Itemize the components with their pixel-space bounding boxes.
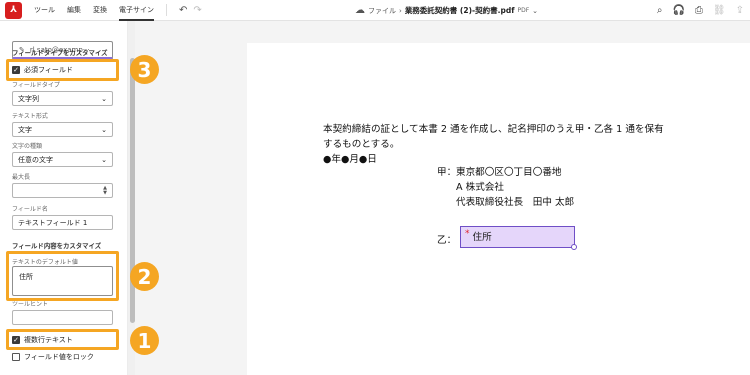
- party-b-label: 乙：: [437, 235, 457, 246]
- section-title-field-content: フィールド内容をカスタマイズ: [12, 242, 102, 250]
- field-name-label: フィールド名: [12, 206, 48, 213]
- field-name-value: テキストフィールド 1: [18, 218, 88, 227]
- acrobat-logo-icon[interactable]: ⅄: [5, 1, 22, 19]
- step-badge-1: 1: [130, 326, 159, 355]
- highlight-multiline: [6, 329, 119, 350]
- char-type-select[interactable]: 任意の文字 ⌄: [12, 152, 113, 167]
- step-badge-2: 2: [130, 262, 159, 291]
- text-format-select[interactable]: 文字 ⌄: [12, 122, 113, 137]
- link-icon[interactable]: ⛓: [713, 5, 726, 16]
- headphones-icon[interactable]: 🎧: [672, 5, 684, 16]
- section-title-field-type: フィールドタイプをカスタマイズ: [12, 49, 108, 57]
- chevron-down-icon: ⌄: [101, 155, 107, 164]
- right-toolbar: ⌕ 🎧 ⎙ ⛓ ⇪: [657, 0, 744, 21]
- step-badge-3: 3: [130, 55, 159, 84]
- address-text-field[interactable]: * 住所: [460, 226, 575, 248]
- party-a-company: A 株式会社: [456, 182, 504, 193]
- text-format-value: 文字: [18, 125, 32, 134]
- char-type-label: 文字の種類: [12, 143, 43, 150]
- print-icon[interactable]: ⎙: [695, 5, 703, 16]
- breadcrumb-files[interactable]: ファイル: [368, 6, 396, 16]
- field-name-input[interactable]: テキストフィールド 1: [12, 215, 113, 230]
- menu-convert[interactable]: 変換: [93, 0, 107, 21]
- party-a-label: 甲：: [437, 167, 457, 178]
- lock-field-checkbox[interactable]: [12, 353, 20, 361]
- stepper-arrows-icon[interactable]: ▲ ▼: [103, 185, 107, 196]
- document-type: PDF: [517, 7, 530, 14]
- cloud-icon: ☁: [355, 5, 365, 16]
- highlight-default-text: [6, 251, 119, 301]
- chevron-down-icon[interactable]: ⌄: [532, 7, 538, 15]
- tooltip-input[interactable]: [12, 310, 113, 325]
- text-format-label: テキスト形式: [12, 113, 48, 120]
- max-length-label: 最大長: [12, 174, 31, 181]
- doc-date-line: ●年●月●日: [323, 154, 377, 165]
- document-page: [247, 43, 750, 375]
- chevron-down-icon: ⌄: [101, 94, 107, 103]
- field-type-label: フィールドタイプ: [12, 82, 60, 89]
- address-field-value: 住所: [472, 232, 492, 243]
- field-type-value: 文字列: [18, 94, 39, 103]
- char-type-value: 任意の文字: [18, 155, 53, 164]
- document-title-area: ☁ ファイル › 業務委託契約書 (2)-契約書.pdf PDF ⌄: [355, 0, 538, 21]
- menu-edit[interactable]: 編集: [67, 0, 81, 21]
- lock-field-checkbox-row[interactable]: フィールド値をロック: [12, 352, 94, 362]
- resize-handle[interactable]: [571, 244, 577, 250]
- doc-text-line-2: するものとする。: [323, 139, 400, 150]
- party-a-representative: 代表取締役社長 田中 太郎: [456, 197, 575, 208]
- document-name[interactable]: 業務委託契約書 (2)-契約書.pdf: [405, 5, 515, 16]
- doc-text-line-1: 本契約締結の証として本書 2 通を作成し、記名押印のうえ甲・乙各 1 通を保有: [323, 124, 664, 135]
- breadcrumb-separator-icon: ›: [399, 6, 402, 15]
- highlight-required-field: [6, 59, 119, 81]
- chevron-down-icon: ⌄: [101, 125, 107, 134]
- lock-field-label: フィールド値をロック: [24, 353, 94, 361]
- redo-icon[interactable]: ↷: [193, 5, 201, 16]
- max-length-stepper[interactable]: ▲ ▼: [12, 183, 113, 198]
- required-marker: *: [465, 229, 470, 239]
- main-menu: ツール 編集 変換 電子サイン ↶ ↷: [34, 0, 202, 21]
- party-a-address: 東京都〇区〇丁目〇番地: [456, 167, 562, 178]
- field-type-select[interactable]: 文字列 ⌄: [12, 91, 113, 106]
- menu-tools[interactable]: ツール: [34, 0, 55, 21]
- top-toolbar: ⅄ ツール 編集 変換 電子サイン ↶ ↷ ☁ ファイル › 業務委託契約書 (…: [0, 0, 750, 21]
- menu-divider: [166, 4, 167, 16]
- undo-icon[interactable]: ↶: [179, 5, 187, 16]
- search-icon[interactable]: ⌕: [657, 5, 663, 16]
- menu-esign[interactable]: 電子サイン: [119, 0, 154, 21]
- share-icon[interactable]: ⇪: [736, 5, 744, 16]
